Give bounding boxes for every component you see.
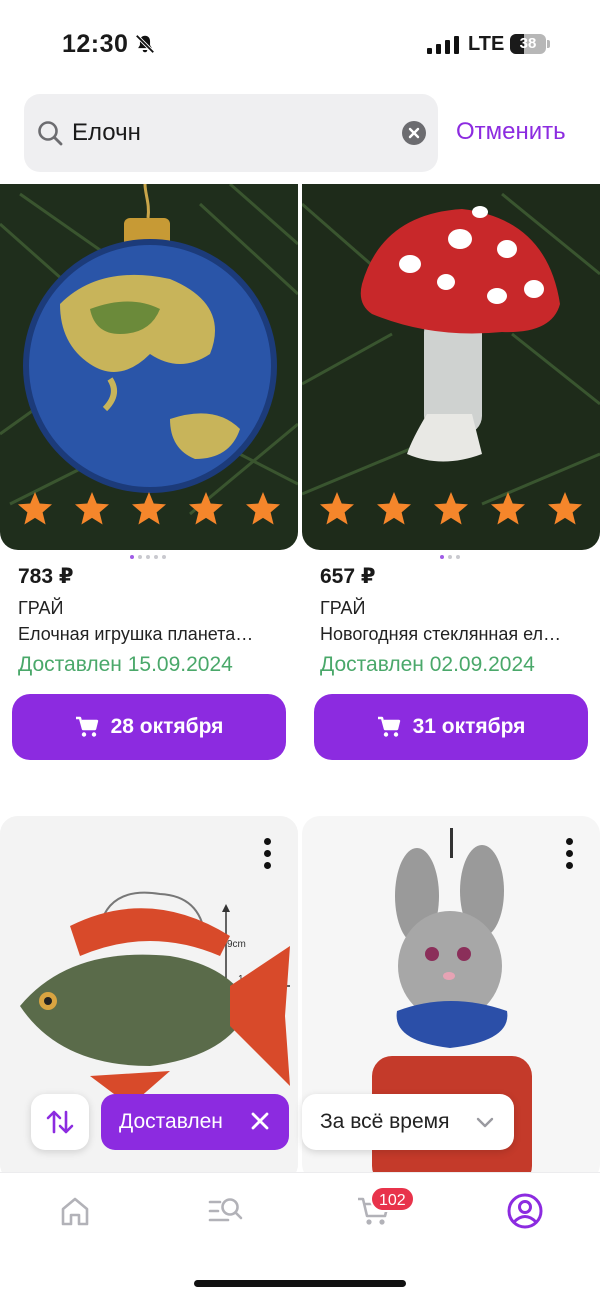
add-to-cart-button[interactable]: 28 октября <box>12 694 286 760</box>
cart-icon <box>377 716 400 737</box>
signal-icon <box>427 36 459 54</box>
cancel-search-button[interactable]: Отменить <box>456 118 566 146</box>
filter-chip-delivered[interactable]: Доставлен <box>101 1094 289 1150</box>
network-type: LTE <box>468 33 505 55</box>
more-options-icon[interactable] <box>264 838 272 870</box>
period-dropdown[interactable]: За всё время <box>302 1094 514 1150</box>
product-image-mushroom-ornament[interactable] <box>302 184 600 550</box>
delivery-status: Доставлен 02.09.2024 <box>320 653 535 676</box>
catalog-search-icon[interactable] <box>206 1191 246 1231</box>
search-bar[interactable] <box>24 94 438 172</box>
battery-icon: 38 <box>510 34 550 54</box>
product-title[interactable]: Новогодняя стеклянная ел… <box>320 624 582 645</box>
add-to-cart-button[interactable]: 31 октября <box>314 694 588 760</box>
search-input[interactable] <box>72 110 392 156</box>
cart-icon <box>75 716 98 737</box>
product-title[interactable]: Елочная игрушка планета… <box>18 624 280 645</box>
sort-icon <box>46 1110 74 1134</box>
product-brand: ГРАЙ <box>320 598 366 618</box>
status-time: 12:30 <box>62 30 129 58</box>
delivery-date-label: 28 октября <box>110 715 224 738</box>
product-brand: ГРАЙ <box>18 598 64 618</box>
cart-badge: 102 <box>370 1186 415 1212</box>
profile-icon[interactable] <box>505 1191 545 1231</box>
height-dimension-label: 9cm <box>227 939 246 950</box>
remove-filter-icon[interactable] <box>249 1110 271 1132</box>
home-icon[interactable] <box>55 1191 95 1231</box>
battery-level: 38 <box>519 35 537 52</box>
search-icon <box>38 121 63 146</box>
chevron-down-icon <box>476 1117 494 1128</box>
product-image-globe-ornament[interactable] <box>0 184 298 550</box>
image-pager <box>440 555 464 561</box>
rating-stars <box>18 492 280 525</box>
more-options-icon[interactable] <box>566 838 574 870</box>
delivery-date-label: 31 октября <box>412 715 526 738</box>
status-bar: 12:30 LTE 38 <box>0 0 600 90</box>
rating-stars <box>320 492 582 525</box>
product-price: 783 ₽ <box>18 565 74 588</box>
product-price: 657 ₽ <box>320 565 376 588</box>
image-pager <box>130 555 170 561</box>
filter-chip-label: Доставлен <box>119 1110 223 1133</box>
period-label: За всё время <box>320 1110 450 1133</box>
clear-search-icon[interactable] <box>402 121 426 145</box>
delivery-status: Доставлен 15.09.2024 <box>18 653 233 676</box>
bell-muted-icon <box>135 34 155 54</box>
home-indicator <box>194 1280 406 1287</box>
sort-button[interactable] <box>31 1094 89 1150</box>
product-card[interactable]: 783 ₽ ГРАЙ Елочная игрушка планета… Дост… <box>0 184 298 764</box>
product-card[interactable]: 657 ₽ ГРАЙ Новогодняя стеклянная ел… Дос… <box>302 184 600 764</box>
